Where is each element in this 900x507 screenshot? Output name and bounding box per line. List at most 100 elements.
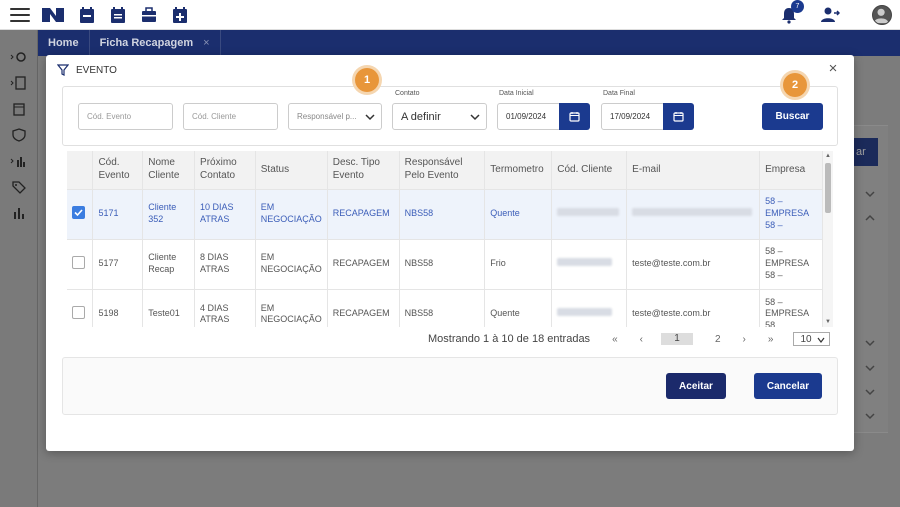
cell-cod-evento: 5171	[92, 188, 144, 239]
cell-cod-cliente	[551, 188, 628, 239]
settings-icon[interactable]	[10, 50, 28, 64]
cell-cod-cliente	[551, 288, 628, 327]
close-tab-icon[interactable]: ×	[203, 37, 209, 49]
tab-bar: Home Ficha Recapagem ×	[38, 30, 900, 56]
col-header-desc-tipo-evento[interactable]: Desc. Tipo Evento	[327, 151, 400, 189]
data-final-calendar-button[interactable]	[663, 103, 694, 130]
calendar-icon	[673, 112, 684, 122]
row-checkbox[interactable]	[72, 305, 85, 319]
top-bar: 7	[0, 0, 900, 30]
last-page-button[interactable]: »	[768, 334, 774, 345]
page-size-value: 10	[800, 333, 812, 345]
contato-value: A definir	[401, 110, 441, 123]
tab-home[interactable]: Home	[38, 30, 90, 56]
page-2-button[interactable]: 2	[715, 334, 721, 345]
background-button-label: ar	[856, 146, 866, 158]
cell-empresa: 58 – EMPRESA 58 –	[759, 238, 823, 289]
scrollbar-thumb[interactable]	[825, 163, 831, 213]
prev-page-button[interactable]: ‹	[640, 334, 643, 345]
contato-select[interactable]: A definir	[392, 103, 487, 130]
calendar-list-icon[interactable]	[110, 6, 126, 24]
cell-responsavel: NBS58	[399, 288, 486, 327]
cell-empresa: 58 – EMPRESA 58	[759, 288, 823, 327]
scroll-up-icon[interactable]: ▲	[825, 153, 831, 159]
chevron-down-icon	[865, 191, 875, 198]
current-page[interactable]: 1	[660, 333, 693, 345]
cell-email	[626, 188, 761, 239]
tab-label: Ficha Recapagem	[99, 37, 194, 49]
table-row[interactable]: 5171 Cliente 352 10 DIAS ATRAS EM NEGOCI…	[67, 188, 823, 239]
redacted-value	[557, 258, 613, 267]
buscar-button[interactable]: Buscar	[762, 103, 823, 130]
chevron-down-icon	[365, 114, 375, 121]
bar-chart-icon[interactable]	[10, 206, 28, 220]
cell-nome-cliente: Teste01	[142, 288, 196, 327]
col-header-responsavel[interactable]: Responsável Pelo Evento	[399, 151, 486, 189]
notification-bell[interactable]: 7	[780, 0, 804, 24]
menu-icon[interactable]	[10, 7, 30, 22]
redacted-value	[557, 208, 620, 217]
row-checkbox-cell[interactable]	[67, 188, 94, 239]
chevron-down-icon	[865, 389, 875, 396]
responsavel-value: Responsável p...	[297, 112, 357, 121]
user-switch-icon[interactable]	[820, 6, 840, 24]
tag-icon[interactable]	[10, 180, 28, 194]
col-header-nome-cliente[interactable]: Nome Cliente	[142, 151, 196, 189]
data-final-label: Data Final	[603, 90, 635, 97]
cell-termometro: Quente	[484, 188, 553, 239]
data-final-input[interactable]: 17/09/2024	[601, 103, 665, 130]
table-row[interactable]: 5177 Cliente Recap 8 DIAS ATRAS EM NEGOC…	[67, 238, 823, 289]
briefcase-icon[interactable]	[141, 6, 157, 24]
cell-nome-cliente: Cliente Recap	[142, 238, 196, 289]
col-header-termometro[interactable]: Termometro	[484, 151, 553, 189]
cell-empresa: 58 – EMPRESA 58 –	[759, 188, 823, 239]
next-page-button[interactable]: ›	[743, 334, 746, 345]
cancelar-button[interactable]: Cancelar	[754, 373, 822, 399]
chart-icon[interactable]	[10, 154, 28, 168]
table-scrollbar[interactable]: ▲ ▼	[823, 151, 833, 327]
calendar-icon[interactable]	[10, 102, 28, 116]
calendar-icon	[569, 112, 580, 122]
col-header-empresa[interactable]: Empresa	[759, 151, 823, 189]
tab-ficha-recapagem[interactable]: Ficha Recapagem ×	[90, 30, 221, 56]
tab-label: Home	[48, 37, 79, 49]
aceitar-button[interactable]: Aceitar	[666, 373, 726, 399]
col-header-proximo-contato[interactable]: Próximo Contato	[194, 151, 256, 189]
redacted-value	[557, 308, 613, 317]
cell-nome-cliente: Cliente 352	[142, 188, 196, 239]
cell-status: EM NEGOCIAÇÃO	[255, 188, 328, 239]
redacted-value	[632, 208, 753, 217]
sidebar	[0, 30, 38, 507]
data-inicial-input[interactable]: 01/09/2024	[497, 103, 561, 130]
calendar-icon[interactable]	[79, 6, 95, 24]
avatar[interactable]	[872, 5, 892, 25]
cod-evento-input[interactable]: Cód. Evento	[78, 103, 173, 130]
row-checkbox-cell[interactable]	[67, 238, 94, 289]
col-header-email[interactable]: E-mail	[626, 151, 761, 189]
col-header-cod-evento[interactable]: Cód. Evento	[92, 151, 144, 189]
row-checkbox[interactable]	[72, 205, 85, 219]
col-header-status[interactable]: Status	[255, 151, 328, 189]
data-inicial-label: Data Inicial	[499, 90, 534, 97]
cod-cliente-input[interactable]: Cód. Cliente	[183, 103, 278, 130]
evento-modal: EVENTO × Cód. Evento Cód. Cliente Respon…	[46, 55, 854, 451]
step-badge-2: 2	[783, 73, 807, 97]
chevron-down-icon	[865, 340, 875, 347]
row-checkbox[interactable]	[72, 255, 85, 269]
cell-desc-tipo: RECAPAGEM	[327, 288, 400, 327]
table-row[interactable]: 5198 Teste01 4 DIAS ATRAS EM NEGOCIAÇÃO …	[67, 288, 823, 327]
chevron-up-icon	[865, 214, 875, 221]
first-page-button[interactable]: «	[612, 334, 618, 345]
col-header-cod-cliente[interactable]: Cód. Cliente	[551, 151, 628, 189]
scroll-down-icon[interactable]: ▼	[825, 319, 831, 325]
shield-icon[interactable]	[10, 128, 28, 142]
data-inicial-calendar-button[interactable]	[559, 103, 590, 130]
responsavel-select[interactable]: Responsável p...	[288, 103, 382, 130]
row-checkbox-cell[interactable]	[67, 288, 94, 327]
page-size-select[interactable]: 10	[793, 332, 831, 346]
close-icon[interactable]: ×	[826, 61, 840, 76]
document-icon[interactable]	[10, 76, 28, 90]
calendar-add-icon[interactable]	[172, 6, 188, 24]
chevron-down-icon	[865, 365, 875, 372]
cell-cod-cliente	[551, 238, 628, 289]
